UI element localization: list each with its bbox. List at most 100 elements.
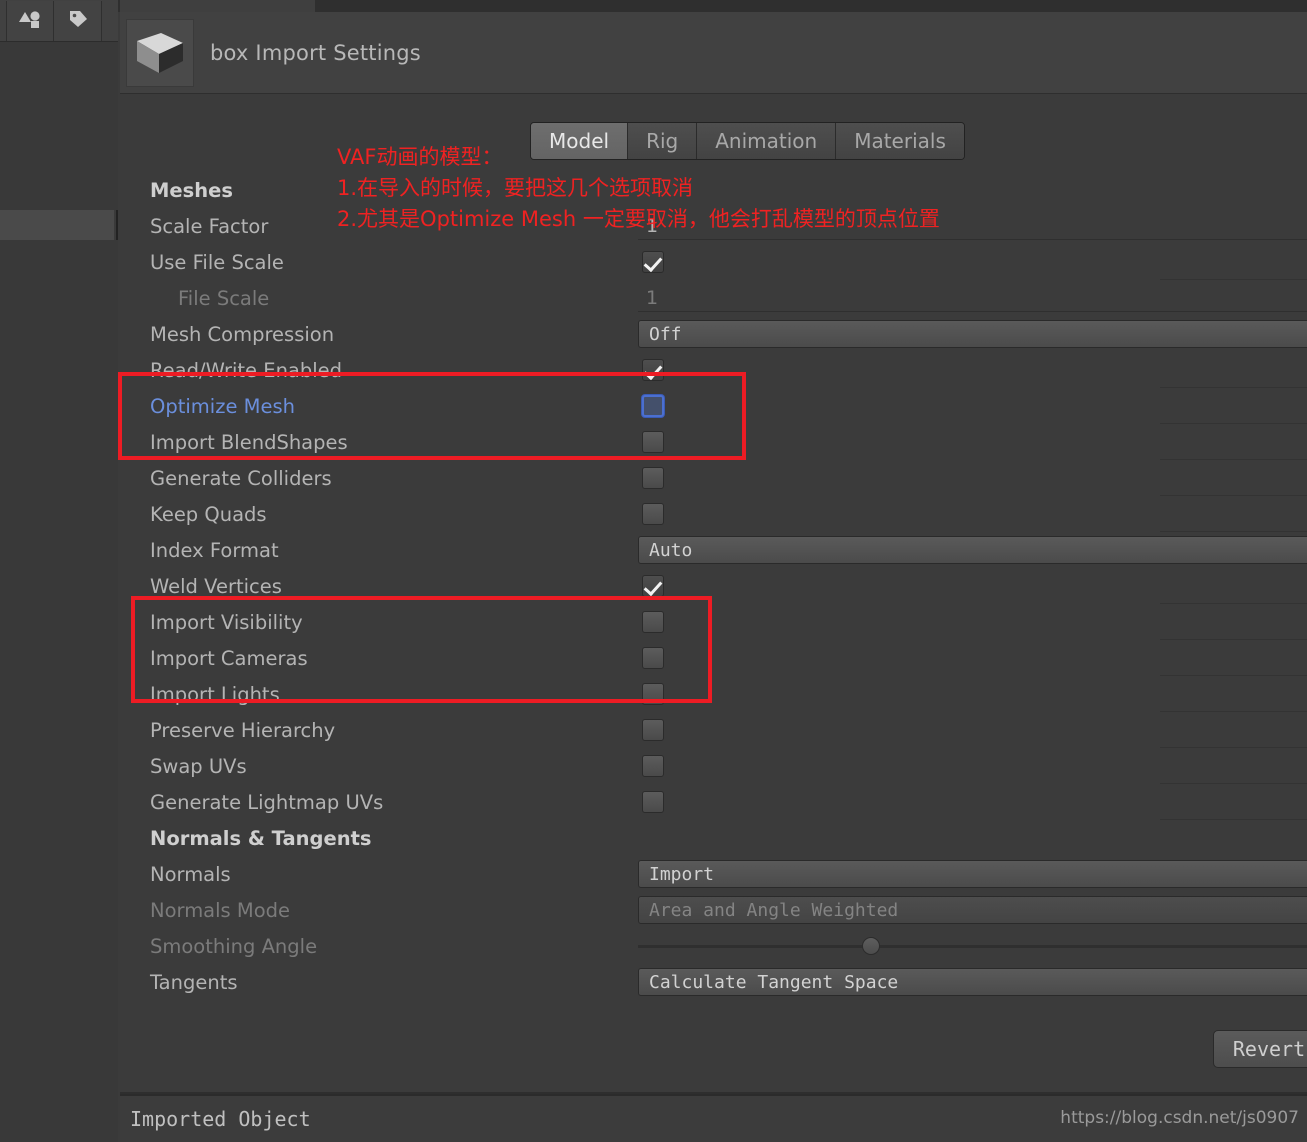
property-field: 1 <box>630 280 1307 316</box>
property-field <box>630 460 1307 496</box>
tag-icon-button[interactable] <box>54 0 102 41</box>
property-label: Tangents <box>150 970 238 994</box>
property-label: Keep Quads <box>150 502 267 526</box>
property-label: Swap UVs <box>150 754 247 778</box>
checkbox-import-lights[interactable] <box>642 683 664 705</box>
property-row-keep-quads: Keep Quads <box>120 496 1307 532</box>
property-field <box>630 604 1307 640</box>
checkbox-optimize-mesh[interactable] <box>642 395 664 417</box>
property-row-index-format: Index Format Auto <box>120 532 1307 568</box>
dropdown-tangents[interactable]: Calculate Tangent Space <box>638 968 1307 996</box>
property-row-mesh-compression: Mesh Compression Off <box>120 316 1307 352</box>
property-label: Import Cameras <box>150 646 308 670</box>
property-row-import-blendshapes: Import BlendShapes <box>120 424 1307 460</box>
property-label: Import BlendShapes <box>150 430 348 454</box>
shapes-icon-button[interactable] <box>6 0 54 41</box>
checkbox-generate-lightmap-uvs[interactable] <box>642 791 664 813</box>
property-label: Normals <box>150 862 231 886</box>
property-field <box>630 496 1307 532</box>
checkbox-import-visibility[interactable] <box>642 611 664 633</box>
rail-lower-area <box>0 240 118 1142</box>
property-label: Preserve Hierarchy <box>150 718 336 742</box>
rail-upper-area <box>0 42 118 210</box>
property-row-import-cameras: Import Cameras <box>120 640 1307 676</box>
dropdown-normals-mode[interactable]: Area and Angle Weighted <box>638 896 1307 924</box>
property-label: File Scale <box>178 286 270 310</box>
property-label: Optimize Mesh <box>150 394 295 418</box>
property-row-generate-colliders: Generate Colliders <box>120 460 1307 496</box>
annotation-line: 1.在导入的时候，要把这几个选项取消 <box>337 176 694 200</box>
window-tab-active[interactable] <box>120 0 315 12</box>
cube-mesh-thumbnail <box>126 18 194 87</box>
property-field <box>630 748 1307 784</box>
property-field <box>630 640 1307 676</box>
property-label: Smoothing Angle <box>150 934 318 958</box>
property-row-normals: Normals Import <box>120 856 1307 892</box>
property-row-swap-uvs: Swap UVs <box>120 748 1307 784</box>
property-field: Import <box>630 856 1307 892</box>
property-field <box>630 676 1307 712</box>
imported-object-label: Imported Object <box>130 1107 311 1131</box>
dropdown-normals[interactable]: Import <box>638 860 1307 888</box>
property-row-read-write-enabled: Read/Write Enabled <box>120 352 1307 388</box>
property-list: Meshes Scale Factor 1 Use File Scale File Sc… <box>120 172 1307 1000</box>
checkbox-use-file-scale[interactable] <box>642 251 664 273</box>
property-row-use-file-scale: Use File Scale <box>120 244 1307 280</box>
number-input-file-scale[interactable]: 1 <box>638 284 1307 312</box>
property-field <box>630 712 1307 748</box>
checkbox-import-cameras[interactable] <box>642 647 664 669</box>
checkbox-swap-uvs[interactable] <box>642 755 664 777</box>
property-label: Generate Colliders <box>150 466 332 490</box>
property-row-smoothing-angle: Smoothing Angle <box>120 928 1307 964</box>
revert-button[interactable]: Revert <box>1213 1030 1307 1068</box>
property-field <box>630 928 1307 964</box>
section-title: Normals & Tangents <box>150 826 372 850</box>
checkbox-read-write-enabled[interactable] <box>642 359 664 381</box>
property-row-preserve-hierarchy: Preserve Hierarchy <box>120 712 1307 748</box>
rail-selected-row[interactable] <box>0 210 114 240</box>
inspector-header: box Import Settings <box>120 12 1307 94</box>
property-field: Area and Angle Weighted <box>630 892 1307 928</box>
annotation-text: VAF动画的模型： 1.在导入的时候，要把这几个选项取消 2.尤其是Optimize… <box>337 142 940 235</box>
checkbox-preserve-hierarchy[interactable] <box>642 719 664 741</box>
property-label: Import Lights <box>150 682 280 706</box>
property-field <box>630 388 1307 424</box>
annotation-line: VAF动画的模型： <box>337 145 503 169</box>
property-label: Import Visibility <box>150 610 303 634</box>
slider-knob[interactable] <box>862 937 880 955</box>
property-row-generate-lightmap-uvs: Generate Lightmap UVs <box>120 784 1307 820</box>
property-label: Generate Lightmap UVs <box>150 790 384 814</box>
watermark-url: https://blog.csdn.net/js0907 <box>1060 1108 1299 1128</box>
property-row-import-lights: Import Lights <box>120 676 1307 712</box>
property-field <box>630 568 1307 604</box>
left-rail <box>0 0 118 1142</box>
property-field <box>630 424 1307 460</box>
property-row-import-visibility: Import Visibility <box>120 604 1307 640</box>
checkbox-keep-quads[interactable] <box>642 503 664 525</box>
property-field: Auto <box>630 532 1307 568</box>
slider-smoothing-angle[interactable] <box>638 937 1307 955</box>
property-field: Off <box>630 316 1307 352</box>
checkbox-weld-vertices[interactable] <box>642 575 664 597</box>
property-label: Index Format <box>150 538 279 562</box>
property-row-normals-mode: Normals Mode Area and Angle Weighted <box>120 892 1307 928</box>
property-row-optimize-mesh: Optimize Mesh <box>120 388 1307 424</box>
property-row-weld-vertices: Weld Vertices <box>120 568 1307 604</box>
checkbox-import-blendshapes[interactable] <box>642 431 664 453</box>
property-label: Use File Scale <box>150 250 284 274</box>
dropdown-index-format[interactable]: Auto <box>638 536 1307 564</box>
property-field <box>630 244 1307 280</box>
property-field <box>630 784 1307 820</box>
property-label: Normals Mode <box>150 898 291 922</box>
property-field <box>630 352 1307 388</box>
property-label: Weld Vertices <box>150 574 282 598</box>
section-header-normals-tangents: Normals & Tangents <box>120 820 1307 856</box>
tag-icon <box>66 8 90 34</box>
annotation-line: 2.尤其是Optimize Mesh 一定要取消，他会打乱模型的顶点位置 <box>337 207 940 231</box>
page-title: box Import Settings <box>210 40 421 65</box>
shapes-icon <box>17 9 43 33</box>
checkbox-generate-colliders[interactable] <box>642 467 664 489</box>
dropdown-mesh-compression[interactable]: Off <box>638 320 1307 348</box>
rail-toolbar <box>0 0 118 42</box>
property-label: Mesh Compression <box>150 322 335 346</box>
